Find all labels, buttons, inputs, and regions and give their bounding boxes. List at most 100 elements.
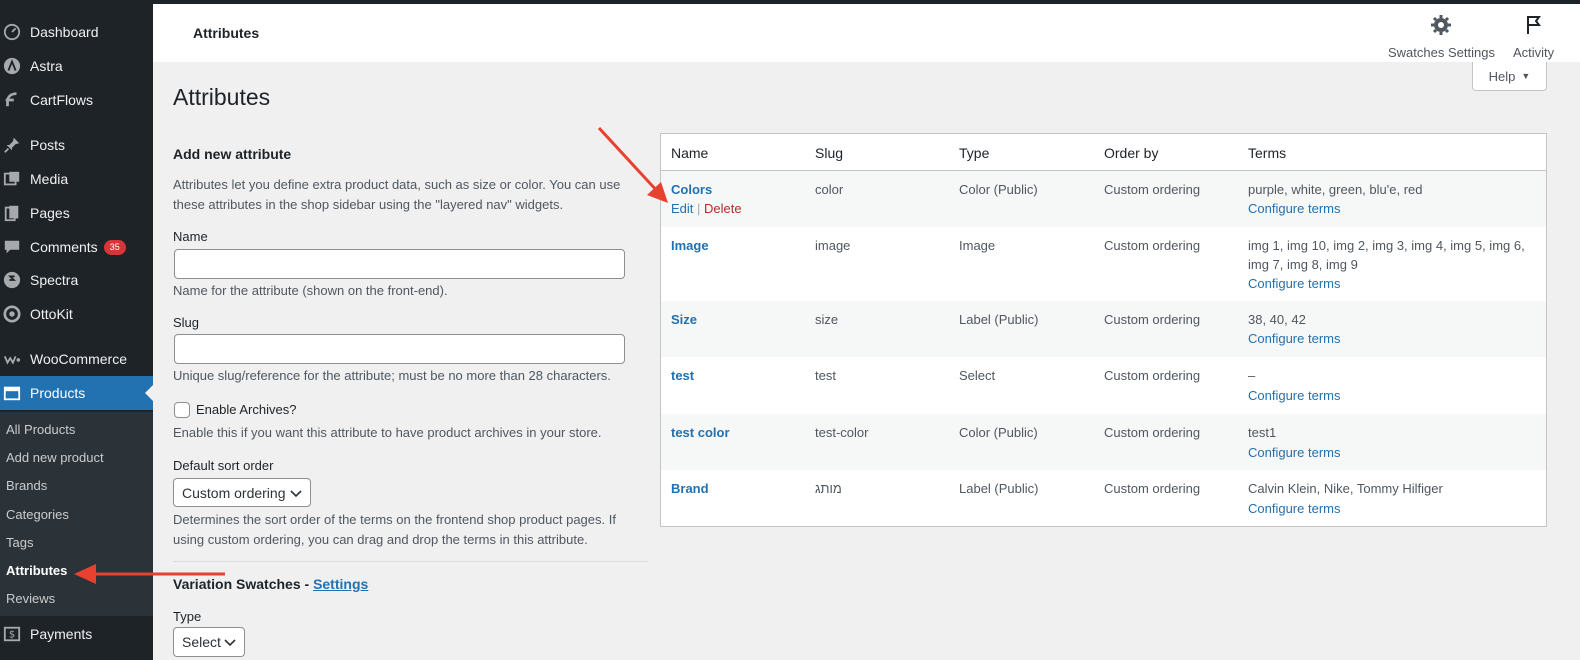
- sidebar-item-label: CartFlows: [30, 92, 94, 108]
- name-description: Name for the attribute (shown on the fro…: [173, 283, 448, 298]
- slug-description: Unique slug/reference for the attribute;…: [173, 368, 611, 383]
- configure-terms-link[interactable]: Configure terms: [1248, 386, 1340, 405]
- attribute-terms: purple, white, green, blu'e, red: [1248, 182, 1423, 197]
- table-row: test color test-color Color (Public) Cus…: [661, 414, 1546, 470]
- gear-icon: [1430, 14, 1452, 45]
- sidebar-item-comments[interactable]: Comments 35: [0, 230, 153, 264]
- attribute-name-link[interactable]: Colors: [671, 180, 712, 199]
- activity-button[interactable]: Activity: [1513, 14, 1554, 60]
- configure-terms-link[interactable]: Configure terms: [1248, 274, 1340, 293]
- attribute-order: Custom ordering: [1104, 182, 1201, 197]
- submenu-attributes[interactable]: Attributes: [6, 563, 67, 578]
- svg-text:$: $: [9, 630, 15, 641]
- chevron-down-icon: [290, 485, 302, 501]
- sidebar-item-label: Astra: [30, 58, 63, 74]
- submenu-categories[interactable]: Categories: [6, 507, 69, 522]
- pin-icon: [2, 135, 22, 155]
- submenu-tags[interactable]: Tags: [6, 535, 33, 550]
- attribute-name-link[interactable]: Image: [671, 236, 709, 255]
- configure-terms-link[interactable]: Configure terms: [1248, 443, 1340, 462]
- admin-sidebar: Dashboard Astra CartFlows Posts Media Pa…: [0, 0, 153, 660]
- configure-terms-link[interactable]: Configure terms: [1248, 199, 1340, 218]
- attribute-name-input[interactable]: [174, 249, 625, 279]
- astra-icon: [2, 56, 22, 76]
- slug-label: Slug: [173, 315, 200, 330]
- page-title: Attributes: [173, 84, 271, 110]
- sidebar-item-label: OttoKit: [30, 306, 73, 322]
- attribute-slug: image: [815, 238, 851, 253]
- attribute-order: Custom ordering: [1104, 238, 1201, 253]
- sort-order-select[interactable]: Custom ordering: [173, 478, 311, 507]
- column-header-terms[interactable]: Terms: [1248, 145, 1286, 161]
- attribute-type: Select: [959, 368, 996, 383]
- archives-description: Enable this if you want this attribute t…: [173, 425, 602, 440]
- submenu-add-new-product[interactable]: Add new product: [6, 450, 104, 465]
- table-row: Colors Edit | Delete color Color (Public…: [661, 171, 1546, 227]
- sidebar-item-dashboard[interactable]: Dashboard: [0, 15, 153, 49]
- products-icon: [2, 383, 22, 403]
- column-header-name[interactable]: Name: [671, 145, 708, 161]
- sidebar-item-cartflows[interactable]: CartFlows: [0, 83, 153, 117]
- configure-terms-link[interactable]: Configure terms: [1248, 499, 1340, 518]
- attribute-type: Label (Public): [959, 481, 1039, 496]
- comments-count-badge: 35: [103, 239, 126, 255]
- table-row: Image image Image Custom ordering img 1,…: [661, 227, 1546, 301]
- sort-order-description: Determines the sort order of the terms o…: [173, 512, 616, 547]
- sidebar-item-ottokit[interactable]: OttoKit: [0, 297, 153, 331]
- attribute-terms: test1: [1248, 425, 1277, 440]
- attribute-name-link[interactable]: Size: [671, 310, 697, 329]
- help-button[interactable]: Help ▼: [1472, 62, 1547, 91]
- variation-swatches-heading: Variation Swatches - Settings: [173, 576, 368, 592]
- configure-terms-link[interactable]: Configure terms: [1248, 329, 1340, 348]
- sidebar-item-products[interactable]: Products: [0, 376, 153, 410]
- sidebar-item-label: Pages: [30, 205, 70, 221]
- attribute-terms: –: [1248, 368, 1256, 383]
- caret-down-icon: ▼: [1521, 71, 1531, 81]
- submenu-reviews[interactable]: Reviews: [6, 591, 55, 606]
- type-select[interactable]: Select: [173, 627, 245, 657]
- table-row: test test Select Custom ordering – Confi…: [661, 357, 1546, 414]
- attribute-name-link[interactable]: test: [671, 366, 694, 385]
- sidebar-item-payments[interactable]: $ Payments: [0, 617, 153, 651]
- name-label: Name: [173, 229, 208, 244]
- edit-link[interactable]: Edit: [671, 201, 693, 216]
- attribute-type: Image: [959, 238, 996, 253]
- attribute-slug: color: [815, 182, 844, 197]
- type-value: Select: [182, 634, 221, 650]
- sidebar-item-label: Dashboard: [30, 24, 99, 40]
- table-row: Brand מותג Label (Public) Custom orderin…: [661, 470, 1546, 526]
- sidebar-item-spectra[interactable]: Spectra: [0, 263, 153, 297]
- attribute-terms: 38, 40, 42: [1248, 312, 1306, 327]
- form-intro: Attributes let you define extra product …: [173, 177, 621, 212]
- sidebar-item-astra[interactable]: Astra: [0, 49, 153, 83]
- attribute-slug: מותג: [815, 481, 842, 496]
- submenu-brands[interactable]: Brands: [6, 478, 47, 493]
- sidebar-item-posts[interactable]: Posts: [0, 128, 153, 162]
- attribute-terms: Calvin Klein, Nike, Tommy Hilfiger: [1248, 481, 1443, 496]
- swatches-settings-button[interactable]: Swatches Settings: [1388, 14, 1495, 60]
- sidebar-item-label: Payments: [30, 626, 93, 642]
- sidebar-item-label: Posts: [30, 137, 66, 153]
- sidebar-item-label: Spectra: [30, 272, 79, 288]
- sidebar-item-media[interactable]: Media: [0, 162, 153, 196]
- header-title: Attributes: [193, 25, 260, 41]
- sidebar-item-woocommerce[interactable]: WooCommerce: [0, 342, 153, 376]
- woocommerce-icon: [2, 349, 22, 369]
- flag-icon: [1523, 14, 1545, 45]
- swatches-settings-label: Swatches Settings: [1388, 45, 1495, 60]
- sidebar-item-label: Products: [30, 385, 86, 401]
- swatches-settings-link[interactable]: Settings: [313, 576, 368, 592]
- delete-link[interactable]: Delete: [704, 201, 742, 216]
- enable-archives-checkbox[interactable]: [174, 402, 190, 418]
- submenu-all-products[interactable]: All Products: [6, 422, 75, 437]
- row-actions: Edit | Delete: [671, 201, 742, 216]
- attribute-terms: img 1, img 10, img 2, img 3, img 4, img …: [1248, 238, 1525, 272]
- attribute-name-link[interactable]: Brand: [671, 479, 709, 498]
- attribute-type: Color (Public): [959, 425, 1038, 440]
- attribute-name-link[interactable]: test color: [671, 423, 730, 442]
- attribute-slug-input[interactable]: [174, 334, 625, 364]
- column-header-slug[interactable]: Slug: [815, 145, 843, 161]
- column-header-type[interactable]: Type: [959, 145, 989, 161]
- column-header-order-by[interactable]: Order by: [1104, 145, 1158, 161]
- sidebar-item-pages[interactable]: Pages: [0, 196, 153, 230]
